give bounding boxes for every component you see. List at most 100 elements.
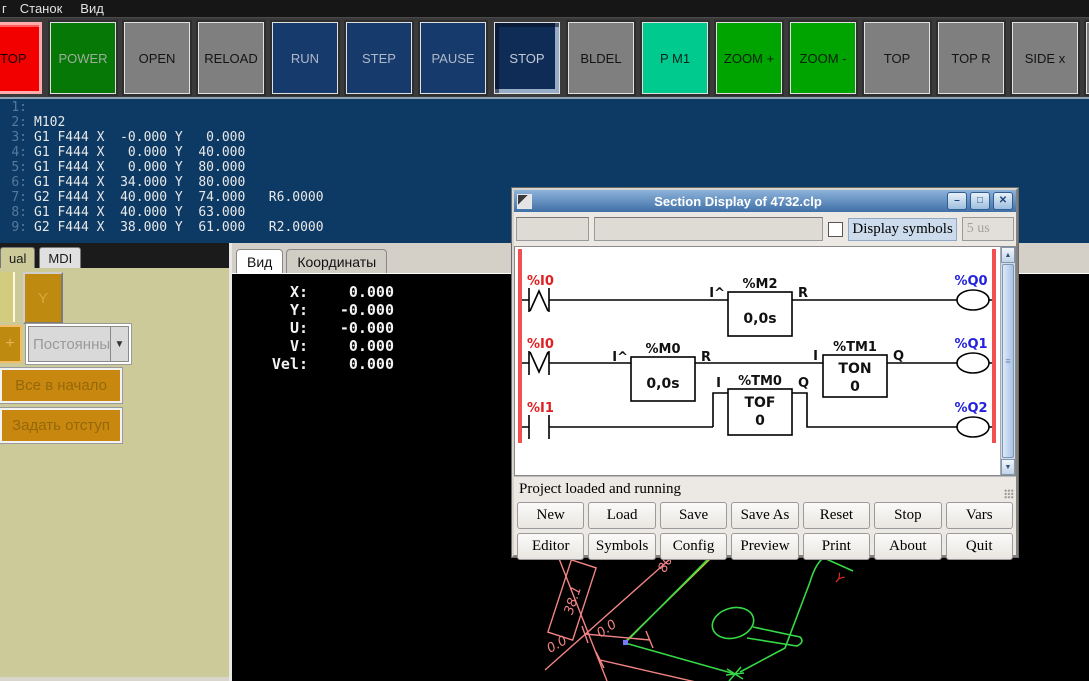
scroll-down-icon[interactable]: ▼ [1001,459,1015,475]
menu-item-Вид[interactable]: Вид [71,1,113,17]
tab-coordinates[interactable]: Координаты [286,249,388,273]
toolbar-button-bldel[interactable]: BLDEL [568,22,634,94]
svg-text:I^: I^ [709,286,725,301]
gcode-line-number: 3: [11,130,27,145]
svg-text:I: I [716,376,721,391]
toolbar-button-p-m1[interactable]: P M1 [642,22,708,94]
section-select-field[interactable] [516,217,590,241]
toolbar-button-zoom-[interactable]: ZOOM + [716,22,782,94]
window-title-bar[interactable]: Section Display of 4732.clp – □ ✕ [514,190,1016,212]
dro-value: -0.000 [339,301,394,319]
tab-view[interactable]: Вид [236,249,284,273]
toolbar-button-open[interactable]: OPEN [124,22,190,94]
cnc-application-window: гСтанокВид STOPPOWEROPENRELOADRUNSTEPPAU… [0,0,1089,681]
toolbar-button-stop[interactable]: STOP [494,22,560,94]
feed-mode-dropdown[interactable]: Постоянный ▼ [25,323,132,365]
dro-row-y: Y: -0.000 [268,301,394,319]
toolbar-button-stop[interactable]: STOP [0,22,42,94]
quit-button[interactable]: Quit [945,533,1013,560]
x-axis-marker [725,666,745,681]
dro-row-vel: Vel: 0.000 [268,355,394,373]
ladder-diagram: %I0 I^ %M2 R 0,0s %Q0 %I0 I^ %M0 R 0,0s … [518,249,996,443]
gcode-line-text: G2 F444 X 40.000 Y 74.000 R6.0000 [34,190,324,205]
maximize-button[interactable]: □ [970,192,990,210]
set-offset-button[interactable]: Задать отступ [0,407,123,444]
tab-mdi[interactable]: MDI [39,247,82,268]
dro-label: X: [289,283,308,301]
section-name-field[interactable] [594,217,824,241]
config-button[interactable]: Config [659,533,728,560]
about-button[interactable]: About [874,533,942,560]
symbols-button[interactable]: Symbols [588,533,656,560]
display-symbols-label: Display symbols [848,217,957,241]
toolbar-button-run[interactable]: RUN [272,22,338,94]
dro-label: U: [289,319,308,337]
home-all-button[interactable]: Все в начало [0,367,123,404]
editor-button[interactable]: Editor [517,533,585,560]
preview-button[interactable]: Preview [731,533,799,560]
print-button[interactable]: Print [802,533,871,560]
dro-label: Y: [289,301,308,319]
display-symbols-checkbox[interactable] [828,221,844,237]
dro-row-v: V: 0.000 [268,337,394,355]
menu-item-Станок[interactable]: Станок [11,1,72,17]
left-power-rail [518,249,522,443]
chevron-down-icon[interactable]: ▼ [111,326,129,362]
toolbar-button-pause[interactable]: PAUSE [420,22,486,94]
gcode-line-number: 1: [11,100,27,115]
toolbar-button-top-r[interactable]: TOP R [938,22,1004,94]
gcode-line-text: G1 F444 X 0.000 Y 40.000 [34,145,246,160]
svg-text:Q: Q [893,349,904,364]
svg-text:R: R [798,286,808,301]
toolbar-button-side-x[interactable]: SIDE x [1012,22,1078,94]
svg-text:I: I [813,349,818,364]
feed-mode-value: Постоянный [28,326,111,362]
minimize-button[interactable]: – [947,192,967,210]
new-button[interactable]: New [517,502,585,529]
manual-control-panel: ual MDI Y + Постоянный ▼ Все в начало Зад… [0,243,229,677]
ladder-scrollbar[interactable]: ▲ ≡ ▼ [1000,247,1015,475]
vars-button[interactable]: Vars [945,502,1013,529]
ladder-toolbar: Display symbols 5 us [514,212,1016,246]
window-icon [517,193,532,209]
ladder-status-text: Project loaded and running [519,480,682,497]
axis-y-button[interactable]: Y [23,272,63,324]
close-button[interactable]: ✕ [993,192,1013,210]
reset-button[interactable]: Reset [802,502,871,529]
ladder-canvas[interactable]: %I0 I^ %M2 R 0,0s %Q0 %I0 I^ %M0 R 0,0s … [514,246,1016,476]
load-button[interactable]: Load [588,502,656,529]
resize-grip-icon[interactable] [1004,489,1014,499]
ladder-rung-1: %I0 I^ %M2 R 0,0s %Q0 [522,274,992,337]
jog-plus-button[interactable]: + [0,325,22,363]
gcode-line-number: 8: [11,205,27,220]
svg-text:%Q0: %Q0 [954,274,987,289]
scrollbar-thumb[interactable]: ≡ [1002,264,1014,458]
scroll-up-icon[interactable]: ▲ [1001,247,1015,263]
dro-value: -0.000 [339,319,394,337]
gcode-line-text: G1 F444 X 34.000 Y 80.000 [34,175,246,190]
y-axis-marker: Y [830,570,847,587]
toolbar-button-zoom-[interactable]: ZOOM - [790,22,856,94]
dim-extension-line-2 [544,558,671,671]
toolbar-button-reload[interactable]: RELOAD [198,22,264,94]
save-button[interactable]: Save [659,502,728,529]
dro-label: Vel: [271,355,308,373]
svg-text:%M0: %M0 [645,342,680,357]
svg-text:0,0s: 0,0s [646,376,679,392]
stop-button[interactable]: Stop [874,502,942,529]
toolbar-button-top[interactable]: TOP [864,22,930,94]
toolbar-button-power[interactable]: POWER [50,22,116,94]
gcode-line-text: G1 F444 X -0.000 Y 0.000 [34,130,246,145]
menu-item-partial[interactable]: г [0,1,11,17]
axis-x-button-partial[interactable] [0,272,15,322]
dro-value: 0.000 [348,355,394,373]
origin-point [623,640,628,645]
svg-text:R: R [701,350,711,365]
save-as-button[interactable]: Save As [731,502,799,529]
gcode-line-text: G2 F444 X 38.000 Y 61.000 R2.0000 [34,220,324,235]
keyhole-circle [711,606,755,640]
toolbar-button-step[interactable]: STEP [346,22,412,94]
tab-ual[interactable]: ual [0,247,36,268]
svg-text:%M2: %M2 [742,277,777,292]
left-tab-bar: ual MDI [0,243,229,268]
